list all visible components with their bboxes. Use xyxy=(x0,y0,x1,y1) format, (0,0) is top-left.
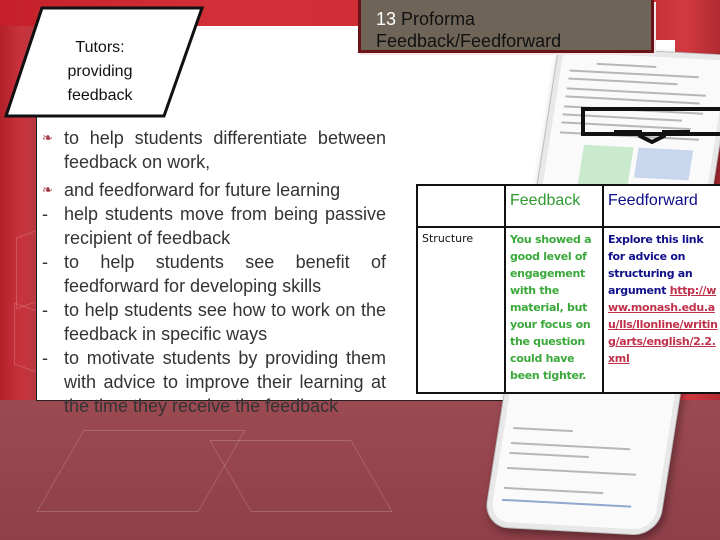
slide-title: 13 Proforma Feedback/Feedforward xyxy=(376,8,651,52)
doc-line xyxy=(568,77,678,86)
table-header-row: Feedback Feedforward xyxy=(416,184,720,228)
doc-line xyxy=(596,62,657,68)
row-label-structure: Structure xyxy=(416,226,506,394)
table-header-empty xyxy=(416,184,506,228)
doc-line xyxy=(569,69,699,79)
callout-brace-icon xyxy=(614,130,690,144)
feedback-table-container: Feedback Feedforward Structure You showe… xyxy=(416,184,720,394)
doc-line xyxy=(506,466,637,476)
leaf-bullet-icon: ❧ xyxy=(42,130,53,145)
bullet-item: - to help students see benefit of feedfo… xyxy=(42,250,386,298)
table-row: Structure You showed a good level of eng… xyxy=(416,226,720,394)
side-label: Tutors: providing feedback xyxy=(40,36,160,108)
bullet-item: ❧ and feedforward for future learning xyxy=(42,178,386,202)
slide-title-box: 13 Proforma Feedback/Feedforward xyxy=(358,0,654,53)
doc-blue-cell xyxy=(633,147,694,181)
dash-marker: - xyxy=(42,300,48,320)
bullet-text: and feedforward for future learning xyxy=(64,180,341,200)
bullet-text: to help students see how to work on the … xyxy=(64,300,386,344)
doc-line xyxy=(565,95,700,105)
bullet-list: ❧ to help students differentiate between… xyxy=(42,126,386,418)
doc-line xyxy=(566,87,707,97)
bullet-item: - to motivate students by providing them… xyxy=(42,346,386,418)
doc-line xyxy=(509,451,590,459)
slide-number: 13 xyxy=(376,9,397,29)
side-label-line: Tutors: xyxy=(75,39,125,56)
feedback-table: Feedback Feedforward Structure You showe… xyxy=(416,184,720,394)
slide-title-text: Proforma Feedback/Feedforward xyxy=(376,9,562,51)
side-label-line: feedback xyxy=(67,87,133,104)
dash-marker: - xyxy=(42,204,48,224)
doc-line xyxy=(513,426,574,433)
doc-line xyxy=(503,486,604,495)
leaf-bullet-icon: ❧ xyxy=(42,182,53,197)
doc-link-line xyxy=(501,498,632,508)
bullet-text: to motivate students by providing them w… xyxy=(64,348,386,416)
dash-marker: - xyxy=(42,348,48,368)
side-label-line: providing xyxy=(67,63,133,80)
bullet-item: ❧ to help students differentiate between… xyxy=(42,126,386,174)
bullet-text: to help students differentiate between f… xyxy=(64,128,386,172)
table-header-feedforward: Feedforward xyxy=(602,184,720,228)
feedback-cell: You showed a good level of engagement wi… xyxy=(504,226,604,394)
bullet-text: to help students see benefit of feedforw… xyxy=(64,252,386,296)
table-header-feedback: Feedback xyxy=(504,184,604,228)
feedforward-cell: Explore this link for advice on structur… xyxy=(602,226,720,394)
dash-marker: - xyxy=(42,252,48,272)
bullet-item: - help students move from being passive … xyxy=(42,202,386,250)
doc-green-cell xyxy=(577,144,634,188)
bullet-item: - to help students see how to work on th… xyxy=(42,298,386,346)
bullet-text: help students move from being passive re… xyxy=(64,204,386,248)
doc-line xyxy=(510,441,631,451)
